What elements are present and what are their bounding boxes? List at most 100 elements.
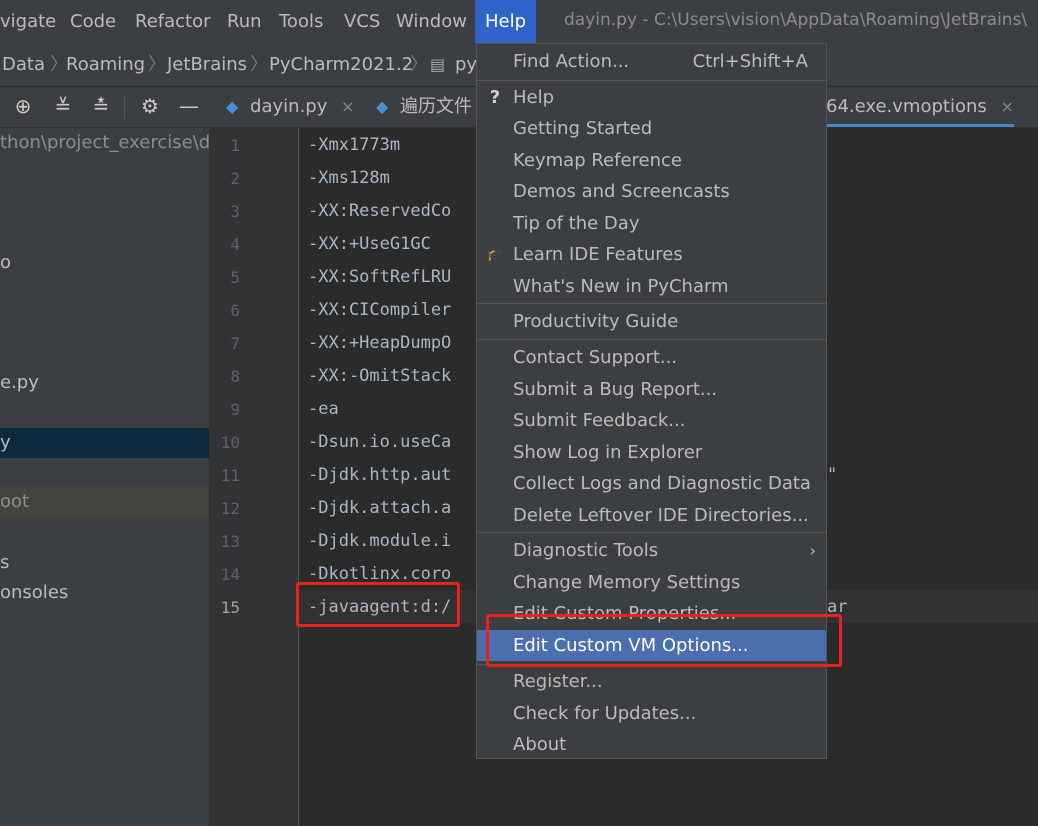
menu-item-help[interactable]: ? Help (477, 82, 826, 113)
menu-refactor[interactable]: Refactor (135, 0, 211, 43)
breadcrumb-item[interactable]: Roaming (66, 43, 145, 86)
close-icon[interactable]: × (1001, 97, 1014, 116)
menu-item-submit-feedback[interactable]: Submit Feedback... (477, 405, 826, 436)
tab-vmoptions[interactable]: 64.exe.vmoptions × (826, 87, 1014, 127)
breadcrumb-item[interactable]: py (455, 43, 477, 86)
tree-item-label: y (0, 432, 11, 453)
graduation-cap-icon: 🎓 (486, 246, 504, 262)
line-number: 9 (230, 400, 240, 419)
menu-separator (477, 80, 826, 81)
menu-item-label: Learn IDE Features (513, 244, 683, 265)
menu-item-whats-new[interactable]: What's New in PyCharm (477, 271, 826, 302)
toolbar-divider (124, 95, 125, 119)
code-line: -Djdk.http.aut (308, 465, 452, 485)
menu-item-contact-support[interactable]: Contact Support... (477, 342, 826, 373)
breadcrumb-item[interactable]: PyCharm2021.2 (269, 43, 413, 86)
code-line: -XX:SoftRefLRU (308, 267, 452, 287)
menu-item-collect-logs[interactable]: Collect Logs and Diagnostic Data (477, 468, 826, 499)
code-line: -XX:CICompiler (308, 300, 452, 320)
tab-label: 遍历文件 (400, 96, 473, 117)
line-number: 2 (230, 169, 240, 188)
menu-item-productivity-guide[interactable]: Productivity Guide (477, 306, 826, 337)
chevron-right-icon: › (809, 541, 816, 560)
menu-item-label: What's New in PyCharm (513, 276, 729, 297)
gear-icon[interactable]: ⚙ (139, 95, 161, 117)
line-number-current: 15 (220, 598, 240, 617)
line-number: 7 (230, 334, 240, 353)
menu-item-show-log[interactable]: Show Log in Explorer (477, 437, 826, 468)
breadcrumb-separator-icon: 〉 (148, 54, 166, 75)
menu-item-about[interactable]: About (477, 729, 826, 760)
menu-item-label: Register... (513, 671, 603, 692)
menu-item-label: Demos and Screencasts (513, 181, 730, 202)
menu-vcs[interactable]: VCS (344, 0, 380, 43)
code-fragment: " (827, 465, 838, 485)
close-icon[interactable]: × (341, 97, 354, 116)
menu-tools[interactable]: Tools (279, 0, 323, 43)
tree-item[interactable]: o (0, 248, 11, 278)
menu-item-register[interactable]: Register... (477, 666, 826, 697)
project-panel: thon\project_exercise\da o e.py y oot s … (0, 128, 221, 826)
menu-window[interactable]: Window (396, 0, 467, 43)
menu-item-keymap-reference[interactable]: Keymap Reference (477, 145, 826, 176)
tab-traverse[interactable]: ◆ 遍历文件 (376, 87, 472, 127)
menu-item-label: Delete Leftover IDE Directories... (513, 505, 809, 526)
menu-item-change-memory[interactable]: Change Memory Settings (477, 567, 826, 598)
tab-label: 64.exe.vmoptions (826, 96, 987, 117)
breadcrumb-item[interactable]: JetBrains (167, 43, 247, 86)
menu-item-check-updates[interactable]: Check for Updates... (477, 698, 826, 729)
menu-item-find-action[interactable]: Find Action... Ctrl+Shift+A (477, 46, 826, 77)
code-line: -XX:+UseG1GC (308, 234, 431, 254)
locate-icon[interactable]: ⊕ (12, 95, 34, 117)
menu-item-label: Submit a Bug Report... (513, 379, 718, 400)
collapse-all-icon[interactable]: ≛ (90, 95, 112, 117)
menu-separator (477, 532, 826, 533)
tree-item-highlighted[interactable]: oot (0, 487, 209, 517)
expand-all-icon[interactable]: ≚ (52, 95, 74, 117)
line-number: 3 (230, 202, 240, 221)
tree-item[interactable]: e.py (0, 368, 39, 398)
menu-bar: vigate Code Refactor Run Tools VCS Windo… (0, 0, 1038, 43)
menu-item-label: Tip of the Day (513, 213, 640, 234)
tree-item[interactable]: onsoles (0, 578, 68, 608)
menu-item-diagnostic-tools[interactable]: Diagnostic Tools › (477, 535, 826, 566)
menu-item-label: Change Memory Settings (513, 572, 741, 593)
menu-help[interactable]: Help (475, 0, 537, 43)
tree-item-label: oot (0, 491, 30, 512)
minimize-icon[interactable]: — (178, 95, 200, 117)
menu-item-label: Keymap Reference (513, 150, 682, 171)
tree-item[interactable]: s (0, 548, 9, 578)
menu-code[interactable]: Code (70, 0, 116, 43)
menu-item-submit-bug[interactable]: Submit a Bug Report... (477, 374, 826, 405)
breadcrumb-item[interactable]: Data (2, 43, 45, 86)
menu-item-getting-started[interactable]: Getting Started (477, 113, 826, 144)
menu-item-label: Show Log in Explorer (513, 442, 703, 463)
question-icon: ? (489, 87, 501, 108)
line-number: 5 (230, 268, 240, 287)
menu-navigate[interactable]: vigate (0, 0, 56, 43)
code-line: -XX:-OmitStack (308, 366, 452, 386)
line-number-gutter: 1 2 3 4 5 6 7 8 9 10 11 12 13 14 15 (210, 128, 299, 826)
tab-label: dayin.py (250, 96, 328, 117)
line-number: 11 (220, 466, 240, 485)
code-line: -Djdk.attach.a (308, 498, 452, 518)
menu-item-demos[interactable]: Demos and Screencasts (477, 176, 826, 207)
python-file-icon: ◆ (226, 97, 239, 116)
menu-item-tip-of-day[interactable]: Tip of the Day (477, 208, 826, 239)
window-title: dayin.py - C:\Users\vision\AppData\Roami… (564, 10, 1028, 30)
breadcrumb-separator-icon: 〉 (250, 54, 268, 75)
code-line: -Djdk.module.i (308, 531, 452, 551)
code-line: -Dsun.io.useCa (308, 432, 452, 452)
menu-item-learn-ide[interactable]: 🎓 Learn IDE Features (477, 239, 826, 270)
menu-item-label: Contact Support... (513, 347, 678, 368)
menu-item-shortcut: Ctrl+Shift+A (692, 51, 808, 72)
project-toolbar: ⊕ ≚ ≛ ⚙ — (0, 87, 210, 128)
breadcrumb-separator-icon: 〉 (410, 54, 428, 75)
tree-item-selected[interactable]: y (0, 428, 209, 458)
line-number: 8 (230, 367, 240, 386)
code-line: -Xmx1773m (308, 135, 401, 155)
menu-item-delete-leftover[interactable]: Delete Leftover IDE Directories... (477, 500, 826, 531)
menu-run[interactable]: Run (227, 0, 262, 43)
tab-dayin[interactable]: ◆ dayin.py × (226, 87, 355, 127)
annotation-box-vm-options (486, 614, 842, 667)
